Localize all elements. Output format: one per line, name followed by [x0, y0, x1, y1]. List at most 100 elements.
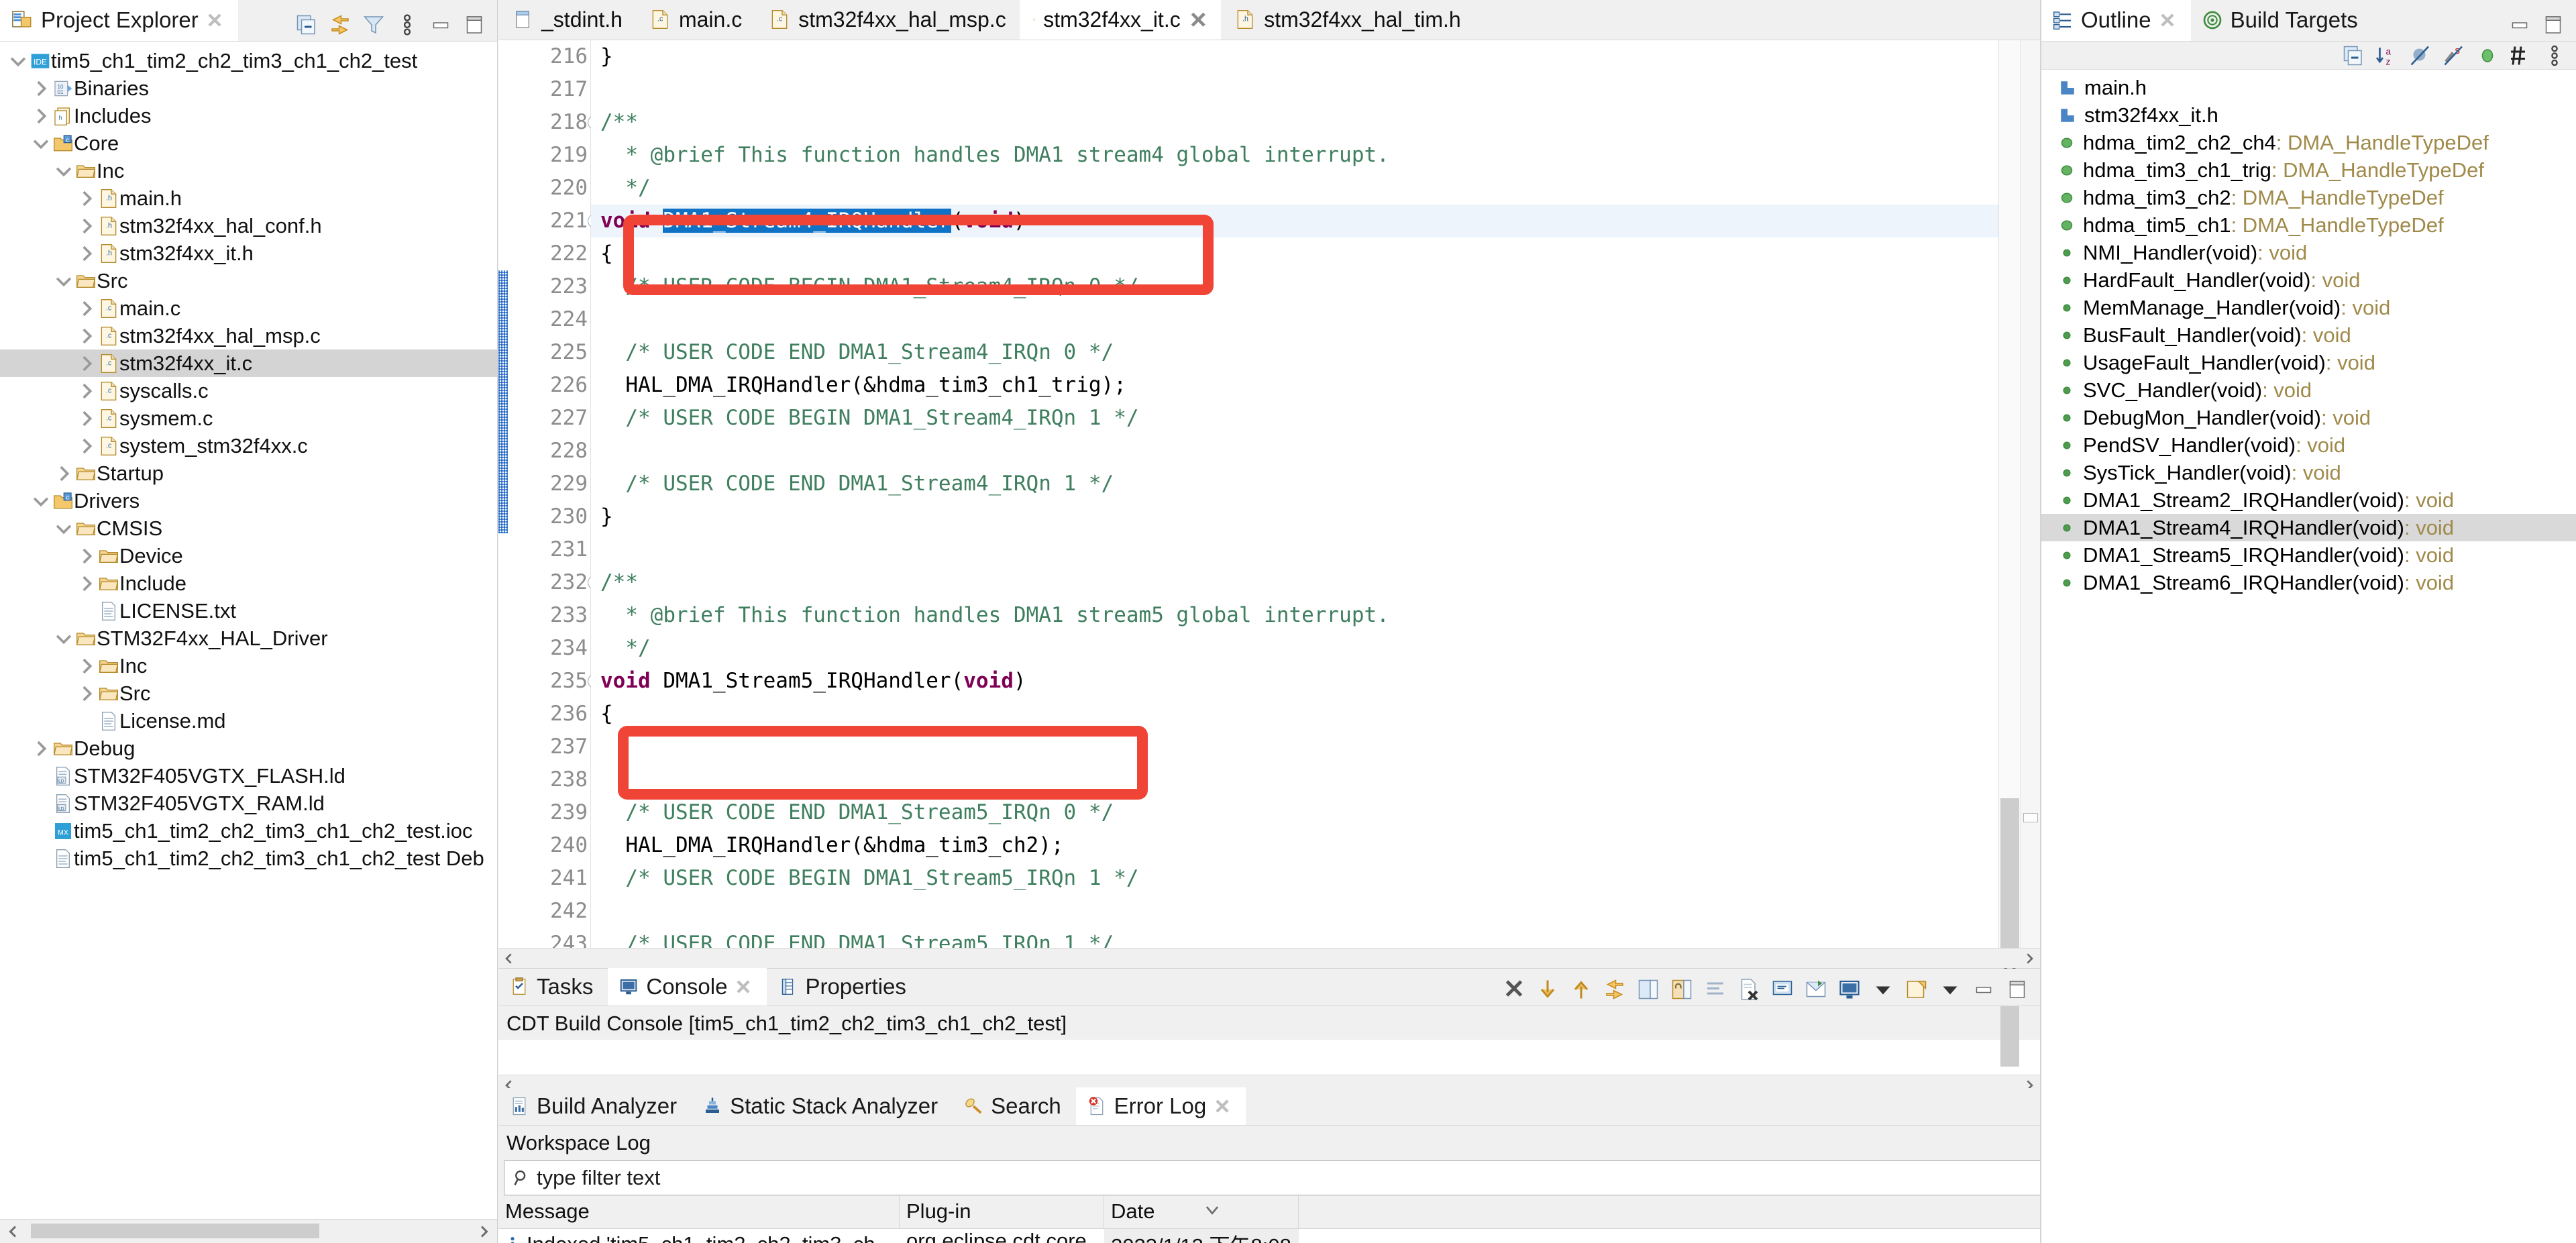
code-line[interactable]: * @brief This function handles DMA1 stre… [591, 599, 1998, 632]
code-line[interactable]: void DMA1_Stream5_IRQHandler(void) [591, 665, 1998, 698]
tree-item[interactable]: CMSIS [0, 515, 497, 542]
code-line[interactable]: */ [591, 172, 1998, 205]
twisty-right-icon[interactable] [75, 655, 98, 678]
code-line[interactable]: { [591, 698, 1998, 731]
outline-item[interactable]: DMA1_Stream6_IRQHandler(void) : void [2041, 569, 2576, 596]
outline-item[interactable]: PendSV_Handler(void) : void [2041, 431, 2576, 459]
twisty-right-icon[interactable] [75, 407, 98, 430]
pin-console-icon[interactable] [1636, 977, 1660, 1002]
scroll-right-icon[interactable] [2019, 949, 2040, 968]
hide-macros-icon[interactable] [2509, 44, 2533, 68]
remove-launch-icon[interactable] [1737, 977, 1761, 1002]
code-content[interactable]: } /** * @brief This function handles DMA1… [591, 40, 1998, 948]
code-line[interactable] [591, 303, 1998, 336]
scroll-lock-down-icon[interactable] [1536, 977, 1560, 1002]
code-line[interactable]: } [591, 500, 1998, 533]
link-icon[interactable] [1603, 977, 1627, 1002]
tree-item[interactable]: Src [0, 680, 497, 707]
code-line[interactable]: /* USER CODE END DMA1_Stream5_IRQn 1 */ [591, 928, 1998, 948]
tree-item[interactable]: tim5_ch1_tim2_ch2_tim3_ch1_ch2_test Deb [0, 845, 497, 872]
lock-console-icon[interactable] [1670, 977, 1694, 1002]
twisty-right-icon[interactable] [30, 737, 52, 760]
code-line[interactable] [591, 73, 1998, 106]
project-explorer-hscrollbar[interactable] [0, 1219, 497, 1243]
editor-tab[interactable]: _stdint.h [498, 0, 636, 40]
view-menu-icon[interactable] [395, 13, 419, 37]
tree-item[interactable]: Include [0, 570, 497, 597]
console-output[interactable] [498, 1040, 2040, 1075]
code-line[interactable]: /* USER CODE END DMA1_Stream4_IRQn 1 */ [591, 468, 1998, 500]
clear-console-icon[interactable] [1502, 977, 1526, 1002]
twisty-down-icon[interactable] [30, 132, 52, 155]
close-icon[interactable] [2159, 11, 2176, 29]
editor-tab[interactable]: .c stm32f4xx_hal_msp.c [755, 0, 1019, 40]
outline-list[interactable]: main.h stm32f4xx_it.h hdma_tim2_ch2_ch4 : … [2041, 70, 2576, 596]
close-icon[interactable] [1214, 1097, 1231, 1115]
tree-item[interactable]: .c stm32f4xx_it.c [0, 349, 497, 377]
outline-item[interactable]: DebugMon_Handler(void) : void [2041, 404, 2576, 431]
tree-item[interactable]: c Core [0, 129, 497, 157]
wrap-icon[interactable] [1703, 977, 1727, 1002]
outline-item[interactable]: HardFault_Handler(void) : void [2041, 266, 2576, 294]
code-line[interactable]: * @brief This function handles DMA1 stre… [591, 139, 1998, 172]
open-console-icon[interactable] [1804, 977, 1828, 1002]
error-log-tab[interactable]: Static Stack Analyzer [692, 1087, 953, 1125]
tree-item[interactable]: License.md [0, 707, 497, 735]
code-line[interactable]: /* USER CODE END DMA1_Stream5_IRQn 0 */ [591, 796, 1998, 829]
vscroll-thumb[interactable] [2000, 798, 2019, 1067]
column-header-date[interactable]: Date [1104, 1195, 1299, 1228]
scroll-left-icon[interactable] [0, 1220, 27, 1243]
source-editor[interactable]: 216 217 218 219 220 221 222 223 224 225 226 227 228 2… [498, 40, 2040, 1067]
twisty-right-icon[interactable] [52, 462, 75, 485]
outline-item[interactable]: hdma_tim2_ch2_ch4 : DMA_HandleTypeDef [2041, 129, 2576, 156]
twisty-right-icon[interactable] [75, 435, 98, 457]
code-line[interactable]: */ [591, 632, 1998, 665]
tree-item[interactable]: c Drivers [0, 487, 497, 515]
tree-item[interactable]: LICENSE.txt [0, 597, 497, 625]
code-line[interactable]: void DMA1_Stream4_IRQHandler(void) [591, 205, 1998, 237]
twisty-right-icon[interactable] [75, 242, 98, 265]
outline-item[interactable]: DMA1_Stream2_IRQHandler(void) : void [2041, 486, 2576, 514]
code-line[interactable] [591, 763, 1998, 796]
hide-fields-icon[interactable] [2408, 44, 2432, 68]
maximize-icon[interactable] [462, 13, 486, 37]
console-tab[interactable]: Tasks [498, 968, 608, 1006]
console-dropdown-icon[interactable] [1871, 977, 1895, 1002]
tree-item[interactable]: .c sysmem.c [0, 404, 497, 432]
twisty-right-icon[interactable] [75, 187, 98, 210]
editor-overview-ruler[interactable] [2020, 40, 2040, 948]
console-tab[interactable]: Console [608, 968, 767, 1006]
tree-item[interactable]: .c stm32f4xx_hal_msp.c [0, 322, 497, 349]
outline-item[interactable]: hdma_tim3_ch1_trig : DMA_HandleTypeDef [2041, 156, 2576, 184]
outline-item[interactable]: DMA1_Stream4_IRQHandler(void) : void [2041, 514, 2576, 541]
tree-item[interactable]: IDE tim5_ch1_tim2_ch2_tim3_ch1_ch2_test [0, 47, 497, 74]
code-line[interactable] [591, 533, 1998, 566]
link-with-editor-icon[interactable] [328, 13, 352, 37]
outline-item[interactable]: hdma_tim5_ch1 : DMA_HandleTypeDef [2041, 211, 2576, 239]
error-log-tab[interactable]: Error Log [1075, 1087, 1246, 1125]
close-icon[interactable] [735, 978, 752, 995]
close-icon[interactable] [1189, 10, 1208, 30]
code-line[interactable]: } [591, 40, 1998, 73]
twisty-right-icon[interactable] [30, 77, 52, 100]
editor-tab[interactable]: .c stm32f4xx_it.c [1019, 0, 1222, 40]
tree-item[interactable]: Startup [0, 460, 497, 487]
outline-item[interactable]: hdma_tim3_ch2 : DMA_HandleTypeDef [2041, 184, 2576, 211]
collapse-all-icon[interactable] [294, 13, 319, 37]
editor-tab[interactable]: .c main.c [636, 0, 755, 40]
editor-vscrollbar[interactable] [1998, 40, 2020, 1067]
code-line[interactable]: HAL_DMA_IRQHandler(&hdma_tim3_ch1_trig); [591, 369, 1998, 402]
tree-item[interactable]: Src [0, 267, 497, 294]
twisty-down-icon[interactable] [30, 490, 52, 512]
maximize-icon[interactable] [2541, 13, 2565, 37]
tree-item[interactable]: .c main.c [0, 294, 497, 322]
twisty-right-icon[interactable] [75, 545, 98, 568]
tree-item[interactable]: .c system_stm32f4xx.c [0, 432, 497, 460]
tab-project-explorer[interactable]: Project Explorer [0, 0, 238, 41]
hide-static-icon[interactable]: s [2442, 44, 2466, 68]
tree-item[interactable]: MX tim5_ch1_tim2_ch2_tim3_ch1_ch2_test.io… [0, 817, 497, 845]
maximize-icon[interactable] [2005, 977, 2029, 1002]
collapse-all-icon[interactable] [2341, 44, 2365, 68]
outline-item[interactable]: SVC_Handler(void) : void [2041, 376, 2576, 404]
scroll-right-icon[interactable] [470, 1220, 497, 1243]
